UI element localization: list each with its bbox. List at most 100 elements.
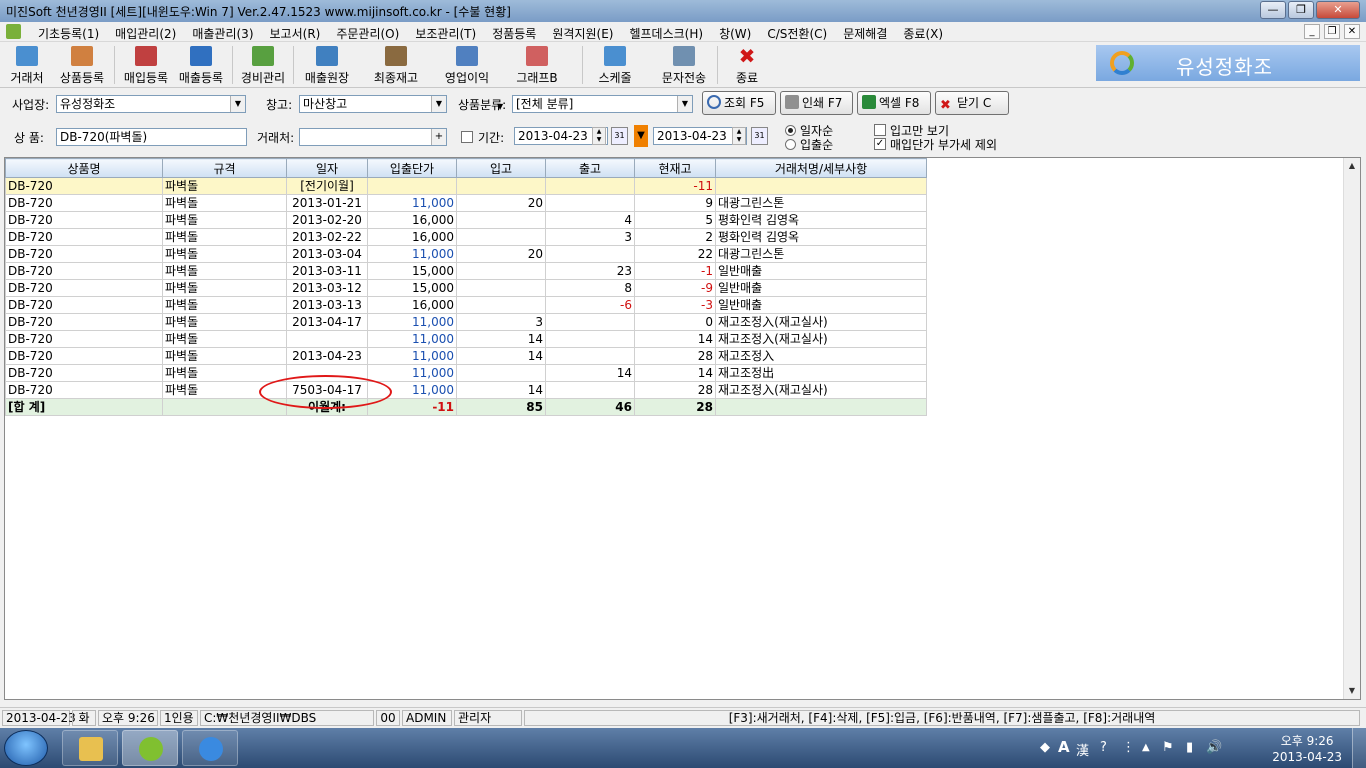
table-row[interactable]: DB-720 파벽돌 11,000 14 14 재고조정出 <box>5 364 927 382</box>
menu-item[interactable]: 매출관리(3) <box>184 25 261 42</box>
close-window-button[interactable]: ✕ <box>1316 1 1360 19</box>
menu-item[interactable]: 보조관리(T) <box>407 25 484 42</box>
period-checkbox[interactable] <box>461 131 473 143</box>
mdi-restore-button[interactable]: ❐ <box>1324 24 1340 39</box>
table-row[interactable]: DB-720 파벽돌 2013-03-04 11,000 20 22 대광그린스톤 <box>5 245 927 263</box>
toolbar-stock-button[interactable]: 최종재고 <box>369 44 423 86</box>
table-row[interactable]: DB-720 파벽돌 2013-03-11 15,000 23 -1 일반매출 <box>5 262 927 280</box>
windows-taskbar: ◆ A 漢 ? ⋮ ▲ ⚑ ▮ 🔊 오후 9:26 2013-04-23 <box>0 728 1366 768</box>
column-header[interactable]: 상품명 <box>5 158 163 178</box>
maximize-button[interactable]: ❐ <box>1288 1 1314 19</box>
date-to-calendar-icon[interactable]: 31 <box>751 127 768 145</box>
column-header[interactable]: 입고 <box>456 158 546 178</box>
table-row[interactable]: DB-720 파벽돌 [전기이월] -11 <box>5 177 927 195</box>
menu-item[interactable]: C/S전환(C) <box>759 25 835 42</box>
warehouse-dropdown-icon[interactable]: ▼ <box>431 96 446 112</box>
menu-item[interactable]: 원격지원(E) <box>544 25 621 42</box>
toolbar-schedule-button[interactable]: 스케줄 <box>592 44 638 86</box>
scroll-down-icon[interactable]: ▼ <box>1344 683 1360 699</box>
toolbar-sales-button[interactable]: 매출등록 <box>175 44 227 86</box>
table-row[interactable]: DB-720 파벽돌 2013-02-22 16,000 3 2 평화인력 김영옥 <box>5 228 927 246</box>
order-by-date-radio[interactable] <box>785 125 796 136</box>
date-to-spinner[interactable]: ▲ ▼ <box>732 127 746 145</box>
table-cell: DB-720 <box>5 194 163 212</box>
column-header[interactable]: 출고 <box>545 158 635 178</box>
stock-calendar-icon <box>385 46 407 66</box>
tray-language-icon[interactable]: ◆ <box>1040 740 1050 755</box>
table-row[interactable]: DB-720 파벽돌 2013-04-17 11,000 3 0 재고조정入(재고실사) <box>5 313 927 331</box>
table-row[interactable]: DB-720 파벽돌 2013-03-13 16,000 -6 -3 일반매출 <box>5 296 927 314</box>
print-button[interactable]: 인쇄 F7 <box>780 91 853 115</box>
product-input[interactable]: DB-720(파벽돌) <box>56 128 247 146</box>
toolbar-graph-button[interactable]: 그래프B <box>512 44 562 86</box>
business-select[interactable]: 유성정화조 ▼ <box>56 95 246 113</box>
toolbar-expense-button[interactable]: 경비관리 <box>237 44 289 86</box>
client-input[interactable]: + <box>299 128 447 146</box>
toolbar-purchase-button[interactable]: 매입등록 <box>120 44 172 86</box>
category-dropdown-icon[interactable]: ▼ <box>677 96 692 112</box>
table-cell: 파벽돌 <box>162 381 287 399</box>
start-orb-icon[interactable] <box>4 730 48 766</box>
table-row[interactable]: DB-720 파벽돌 2013-02-20 16,000 4 5 평화인력 김영옥 <box>5 211 927 229</box>
column-header[interactable]: 현재고 <box>634 158 716 178</box>
column-header[interactable]: 거래처명/세부사항 <box>715 158 927 178</box>
category-select[interactable]: [전체 분류] ▼ <box>512 95 693 113</box>
menu-item[interactable]: 기초등록(1) <box>30 25 107 42</box>
tray-help-icon[interactable]: ? <box>1100 740 1107 755</box>
table-row[interactable]: DB-720 파벽돌 7503-04-17 11,000 14 28 재고조정入(재고실사) <box>5 381 927 399</box>
toolbar-profit-button[interactable]: 영업이익 <box>440 44 494 86</box>
toolbar-sms-button[interactable]: 문자전송 <box>657 44 711 86</box>
date-from-calendar-icon[interactable]: 31 <box>611 127 628 145</box>
table-row[interactable]: DB-720 파벽돌 2013-04-23 11,000 14 28 재고조정入 <box>5 347 927 365</box>
menu-item[interactable]: 창(W) <box>711 25 759 42</box>
client-add-icon[interactable]: + <box>431 129 446 145</box>
warehouse-select[interactable]: 마산창고 ▼ <box>299 95 447 113</box>
menu-item[interactable]: 정품등록 <box>484 25 544 42</box>
tray-volume-icon[interactable]: 🔊 <box>1206 740 1222 755</box>
tray-expand-icon[interactable]: ▲ <box>1142 742 1150 753</box>
table-cell: 2 <box>634 228 716 246</box>
toolbar-separator <box>293 46 294 84</box>
table-row[interactable]: DB-720 파벽돌 11,000 14 14 재고조정入(재고실사) <box>5 330 927 348</box>
tray-clock[interactable]: 오후 9:26 2013-04-23 <box>1272 733 1342 765</box>
tray-ime-a-icon[interactable]: A <box>1058 738 1070 756</box>
scroll-up-icon[interactable]: ▲ <box>1344 158 1360 174</box>
mdi-close-button[interactable]: ✕ <box>1344 24 1360 39</box>
toolbar-product-button[interactable]: 상품등록 <box>56 44 108 86</box>
tray-options-icon[interactable]: ⋮ <box>1122 740 1135 755</box>
tray-battery-icon[interactable]: ▮ <box>1186 740 1193 755</box>
column-header[interactable]: 일자 <box>286 158 368 178</box>
mdi-minimize-button[interactable]: _ <box>1304 24 1320 39</box>
exclude-vat-checkbox[interactable]: ✓ <box>874 138 886 150</box>
excel-button[interactable]: 엑셀 F8 <box>857 91 931 115</box>
date-range-arrow-icon[interactable]: ▼ <box>634 125 648 147</box>
toolbar-client-button[interactable]: 거래처 <box>6 44 48 86</box>
taskbar-explorer[interactable] <box>62 730 118 766</box>
order-by-io-radio[interactable] <box>785 139 796 150</box>
only-receipts-checkbox[interactable] <box>874 124 886 136</box>
close-form-button[interactable]: ✖ 닫기 C <box>935 91 1009 115</box>
tray-hanja-icon[interactable]: 漢 <box>1076 740 1089 759</box>
column-header[interactable]: 입출단가 <box>367 158 457 178</box>
toolbar-exit-button[interactable]: ✖ 종료 <box>728 44 766 86</box>
company-banner: 유성정화조 <box>1096 45 1360 81</box>
vertical-scrollbar[interactable]: ▲ ▼ <box>1343 158 1360 699</box>
table-row[interactable]: DB-720 파벽돌 2013-01-21 11,000 20 9 대광그린스톤 <box>5 194 927 212</box>
show-desktop-button[interactable] <box>1352 728 1366 768</box>
minimize-button[interactable]: — <box>1260 1 1286 19</box>
taskbar-ie[interactable] <box>182 730 238 766</box>
menu-item[interactable]: 문제해결 <box>835 25 895 42</box>
menu-item[interactable]: 종료(X) <box>895 25 951 42</box>
menu-item[interactable]: 주문관리(O) <box>328 25 407 42</box>
business-dropdown-icon[interactable]: ▼ <box>230 96 245 112</box>
taskbar-mijinsoft[interactable] <box>122 730 178 766</box>
menu-item[interactable]: 헬프데스크(H) <box>621 25 711 42</box>
column-header[interactable]: 규격 <box>162 158 287 178</box>
toolbar-ledger-button[interactable]: 매출원장 <box>300 44 354 86</box>
menu-item[interactable]: 매입관리(2) <box>107 25 184 42</box>
tray-flag-icon[interactable]: ⚑ <box>1162 740 1174 755</box>
table-row[interactable]: DB-720 파벽돌 2013-03-12 15,000 8 -9 일반매출 <box>5 279 927 297</box>
menu-item[interactable]: 보고서(R) <box>262 25 329 42</box>
date-from-spinner[interactable]: ▲ ▼ <box>592 127 606 145</box>
search-button[interactable]: 조회 F5 <box>702 91 776 115</box>
